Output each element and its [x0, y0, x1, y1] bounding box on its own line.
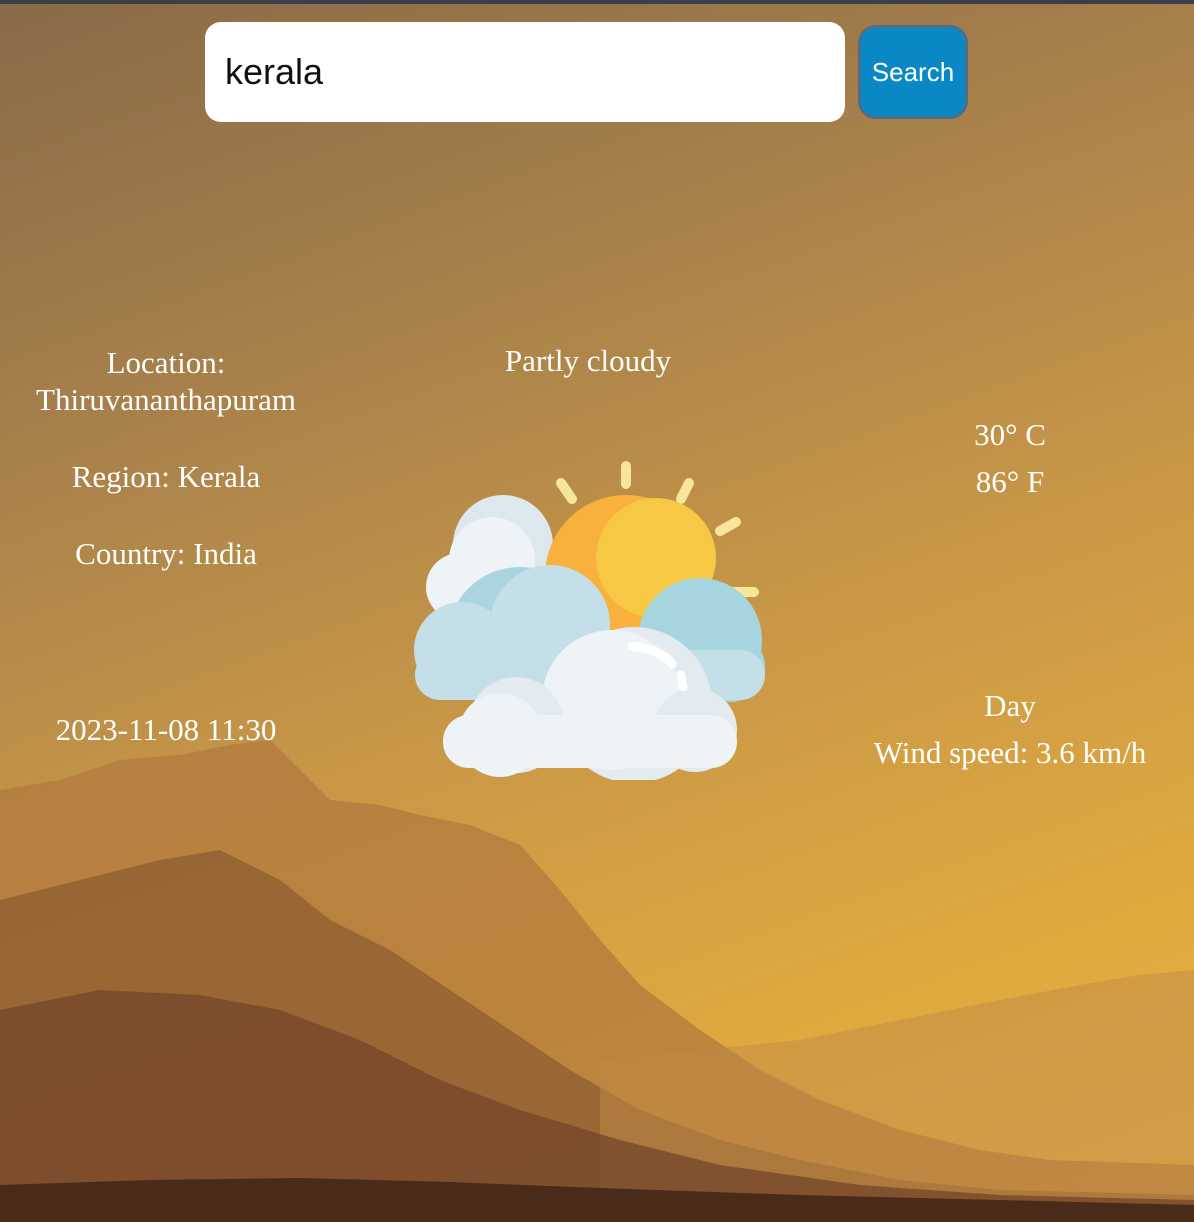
condition-text: Partly cloudy: [504, 343, 672, 378]
top-border: [0, 0, 1194, 4]
location-label: Location:: [106, 345, 226, 380]
region-text: Region: Kerala: [71, 459, 261, 494]
search-button[interactable]: Search: [858, 25, 968, 119]
location-value: Thiruvananthapuram: [36, 382, 296, 417]
day-night-text: Day: [984, 688, 1036, 723]
country-text: Country: India: [75, 536, 257, 571]
wind-speed-text: Wind speed: 3.6 km/h: [873, 735, 1147, 770]
temperature-celsius: 30° C: [974, 417, 1046, 452]
localtime-text: 2023-11-08 11:30: [55, 712, 277, 747]
partly-cloudy-icon: [400, 450, 780, 783]
temperature-fahrenheit: 86° F: [975, 464, 1045, 499]
search-input[interactable]: [205, 22, 845, 122]
